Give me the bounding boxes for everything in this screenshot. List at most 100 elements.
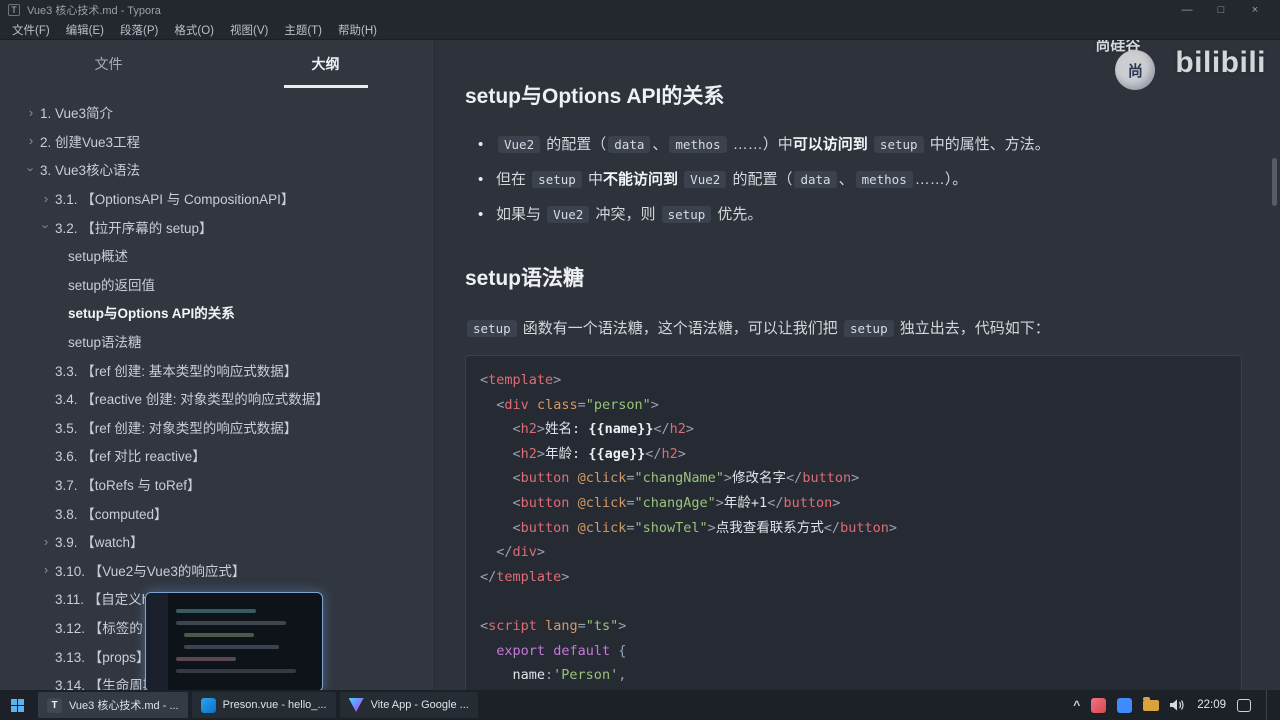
outline-item[interactable]: › 3.2. 【拉开序幕的 setup】 xyxy=(0,212,434,241)
tray-chevron-up-icon[interactable]: ^ xyxy=(1073,698,1080,712)
inline-code: setup xyxy=(661,206,712,223)
code-token: < xyxy=(512,519,521,536)
menu-item[interactable]: 主题(T) xyxy=(276,20,330,40)
video-code-line xyxy=(176,609,256,613)
chevron-right-icon[interactable]: › xyxy=(37,191,55,206)
text-segment: 、 xyxy=(838,171,854,188)
scrollbar-thumb[interactable] xyxy=(1272,158,1277,206)
code-token: < xyxy=(480,617,489,634)
outline-item[interactable]: 3.6. 【ref 对比 reactive】 xyxy=(0,441,434,470)
chevron-right-icon[interactable]: › xyxy=(22,105,40,120)
code-token: </ xyxy=(823,519,841,536)
taskbar-apps: T Vue3 核心技术.md - ... Preson.vue - hello_..… xyxy=(38,692,478,718)
code-token: "changName" xyxy=(634,470,724,487)
code-token: </ xyxy=(645,445,662,462)
document-content[interactable]: setup与Options API的关系 • Vue2 的配置（ data、 meth… xyxy=(435,40,1280,690)
outline-item[interactable]: › 1. Vue3简介 xyxy=(0,98,434,127)
folder-icon[interactable] xyxy=(1143,696,1160,711)
inline-code: Vue2 xyxy=(684,171,727,188)
paragraph: setup 函数有一个语法糖，这个语法糖，可以让我们把 setup 独立出去，代… xyxy=(465,318,1242,340)
video-code-line xyxy=(176,657,236,661)
code-token: > xyxy=(536,421,546,438)
volume-icon[interactable] xyxy=(1170,699,1186,711)
code-token: , xyxy=(618,667,627,684)
video-code-line xyxy=(176,621,286,625)
outline-item[interactable]: 3.5. 【ref 创建: 对象类型的响应式数据】 xyxy=(0,413,434,442)
chevron-down-icon[interactable]: › xyxy=(39,218,54,236)
outline-item[interactable]: 3.8. 【computed】 xyxy=(0,498,434,527)
clock[interactable]: 22:09 xyxy=(1197,699,1226,711)
chevron-right-icon[interactable]: › xyxy=(37,562,55,577)
close-button[interactable]: × xyxy=(1238,4,1272,16)
chevron-right-icon[interactable]: › xyxy=(22,133,40,148)
outline-item[interactable]: setup的返回值 xyxy=(0,270,434,299)
code-token: = xyxy=(577,617,586,634)
outline-item-label: 3.5. 【ref 创建: 对象类型的响应式数据】 xyxy=(55,420,298,436)
text-segment: 、 xyxy=(652,136,668,153)
outline-item[interactable]: › 3.9. 【watch】 xyxy=(0,527,434,556)
code-token: @click xyxy=(577,470,627,487)
outline-item[interactable]: setup与Options API的关系 xyxy=(0,298,434,327)
menu-item[interactable]: 视图(V) xyxy=(222,20,276,40)
video-editor-sidebar xyxy=(146,593,168,691)
floating-video-overlay[interactable] xyxy=(145,592,323,692)
outline-item[interactable]: 3.3. 【ref 创建: 基本类型的响应式数据】 xyxy=(0,355,434,384)
outline-item-label: setup与Options API的关系 xyxy=(68,306,235,322)
menu-item[interactable]: 编辑(E) xyxy=(58,20,112,40)
sidebar-tab[interactable]: 文件 xyxy=(0,40,217,88)
code-token: div xyxy=(512,544,537,561)
outline-item-label: 3.13. 【props】 xyxy=(55,649,150,665)
outline-item[interactable]: › 3.1. 【OptionsAPI 与 CompositionAPI】 xyxy=(0,184,434,213)
code-token: > xyxy=(685,421,695,438)
outline-item-label: 3.9. 【watch】 xyxy=(55,535,144,551)
outline-item-label: 3.2. 【拉开序幕的 setup】 xyxy=(55,220,213,236)
text-segment: 冲突，则 xyxy=(591,206,660,223)
code-line: </template> xyxy=(480,565,1227,590)
sidebar-tab-label: 文件 xyxy=(94,56,123,72)
taskbar-app-chrome[interactable]: Vite App - Google ... xyxy=(339,692,478,718)
outline-item[interactable]: setup语法糖 xyxy=(0,327,434,356)
code-token: < xyxy=(512,494,521,511)
text-segment: 函数有一个语法糖，这个语法糖，可以让我们把 xyxy=(518,320,842,337)
code-token: button xyxy=(840,519,889,536)
sidebar-tab[interactable]: 大纲 xyxy=(217,40,434,88)
text-segment: 的配置（ xyxy=(542,136,607,153)
video-code-line xyxy=(184,645,279,649)
typora-icon: T xyxy=(47,697,62,713)
menu-item[interactable]: 文件(F) xyxy=(4,20,58,40)
code-token: name xyxy=(512,667,546,684)
outline-item[interactable]: setup概述 xyxy=(0,241,434,270)
menu-item[interactable]: 格式(O) xyxy=(166,20,222,40)
taskbar-app-vscode[interactable]: Preson.vue - hello_... xyxy=(191,692,336,718)
chevron-right-icon[interactable]: › xyxy=(37,534,55,549)
start-button[interactable] xyxy=(4,692,30,718)
code-line: <template> xyxy=(480,368,1227,393)
chevron-down-icon[interactable]: › xyxy=(24,160,39,178)
menu-item[interactable]: 段落(P) xyxy=(112,20,166,40)
maximize-button[interactable]: □ xyxy=(1204,4,1238,16)
outline-item[interactable]: › 3. Vue3核心语法 xyxy=(0,155,434,184)
tray-app-icon[interactable] xyxy=(1091,697,1107,713)
show-desktop-button[interactable] xyxy=(1266,690,1270,720)
code-token: div xyxy=(504,396,529,413)
code-block-content: <template> <div class="person"> <h2>姓名: … xyxy=(480,368,1227,690)
notification-center-icon[interactable] xyxy=(1237,698,1251,712)
outline-item[interactable]: › 3.10. 【Vue2与Vue3的响应式】 xyxy=(0,556,434,585)
menu-item[interactable]: 帮助(H) xyxy=(330,20,385,40)
outline-item[interactable]: › 2. 创建Vue3工程 xyxy=(0,127,434,156)
taskbar-app-typora[interactable]: T Vue3 核心技术.md - ... xyxy=(38,692,188,718)
code-block[interactable]: <template> <div class="person"> <h2>姓名: … xyxy=(465,355,1242,690)
minimize-button[interactable]: — xyxy=(1170,4,1204,16)
bullet-marker-icon: • xyxy=(478,206,484,223)
inline-code: methos xyxy=(855,171,913,188)
text-segment: 中 xyxy=(583,171,603,188)
text-segment xyxy=(678,171,682,188)
outline-item-label: 3.10. 【Vue2与Vue3的响应式】 xyxy=(55,563,246,579)
outline-item[interactable]: 3.4. 【reactive 创建: 对象类型的响应式数据】 xyxy=(0,384,434,413)
outline-item[interactable]: 3.7. 【toRefs 与 toRef】 xyxy=(0,470,434,499)
tray-app-icon[interactable] xyxy=(1117,697,1133,713)
